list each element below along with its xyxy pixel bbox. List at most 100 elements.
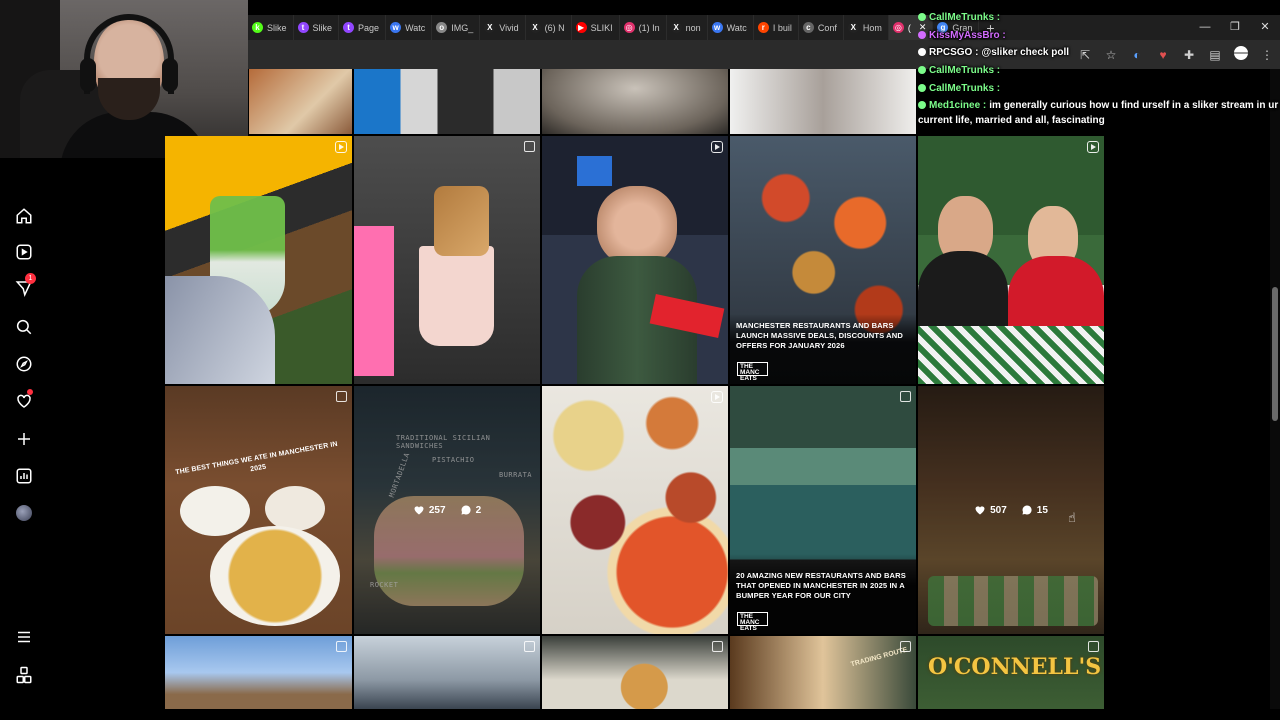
search-icon[interactable] — [14, 317, 34, 337]
tab-title: Slike — [312, 22, 333, 33]
tab-title: Page — [358, 22, 380, 33]
instagram-icon: ◎ — [623, 22, 635, 33]
browser-tab[interactable]: w Watc — [708, 15, 754, 40]
grid-post[interactable] — [249, 69, 352, 134]
also-from-meta-icon[interactable] — [14, 665, 34, 685]
twitch-icon: t — [343, 22, 355, 33]
browser-tab[interactable]: ▶ SLIKI — [572, 15, 620, 40]
close-window-button[interactable]: ✕ — [1250, 15, 1280, 40]
grid-post[interactable]: The best things we ate in Manchester in … — [165, 386, 352, 634]
maximize-button[interactable]: ❐ — [1220, 15, 1250, 40]
reel-icon — [711, 141, 723, 153]
page-scrollbar[interactable] — [1270, 69, 1280, 709]
tab-title: Gran — [952, 22, 973, 33]
grid-post[interactable] — [730, 69, 916, 134]
browser-tab-strip: k Slike t Slike t Page w Watc o IMG_ X Vivid X (6) N ▶… — [248, 15, 1280, 40]
post-caption: Manchester restaurants and bars launch m… — [736, 321, 903, 350]
close-tab-icon[interactable]: ✕ — [919, 22, 927, 33]
browser-tab[interactable]: X Vivid — [480, 15, 526, 40]
grid-post[interactable] — [165, 136, 352, 384]
extension-icon[interactable]: ♥ — [1156, 48, 1170, 62]
puzzle-icon[interactable]: ✚ — [1182, 48, 1196, 62]
messages-icon[interactable]: 1 — [14, 273, 36, 298]
bookmark-star-icon[interactable]: ☆ — [1104, 48, 1118, 62]
carousel-icon — [712, 641, 723, 652]
tab-title: non — [685, 22, 701, 33]
share-icon[interactable]: ⇱ — [1078, 48, 1092, 62]
browser-tab[interactable]: X Hom — [844, 15, 889, 40]
grid-post[interactable] — [542, 386, 728, 634]
the-manc-eats-logo: THE MANC EATS — [737, 612, 768, 631]
profile-posts-grid: Manchester restaurants and bars launch m… — [165, 69, 1104, 709]
dashboard-chart-icon[interactable] — [14, 466, 34, 486]
globe-icon: w — [390, 22, 402, 33]
grid-post[interactable] — [918, 136, 1104, 384]
carousel-icon — [1088, 641, 1099, 652]
browser-tab[interactable]: ◎ (1) In — [620, 15, 667, 40]
minimize-button[interactable]: — — [1190, 15, 1220, 40]
more-menu-icon[interactable] — [14, 627, 34, 647]
browser-tab[interactable]: k Slike — [248, 15, 294, 40]
hover-stats-overlay: 257 2 — [354, 386, 540, 634]
browser-tab[interactable]: t Slike — [294, 15, 340, 40]
reel-icon — [711, 391, 723, 403]
scrollbar-thumb[interactable] — [1272, 287, 1278, 421]
menu-kebab-icon[interactable]: ⋮ — [1260, 48, 1274, 62]
globe-icon: o — [436, 22, 448, 33]
grid-post[interactable] — [542, 69, 728, 134]
browser-tab[interactable]: c Conf — [799, 15, 844, 40]
sidebar-icon[interactable]: ▤ — [1208, 48, 1222, 62]
tab-title: IMG_ — [451, 22, 474, 33]
browser-tab[interactable]: o IMG_ — [432, 15, 481, 40]
profile-avatar[interactable] — [1234, 46, 1248, 63]
carousel-icon — [900, 391, 911, 402]
carousel-icon — [336, 391, 347, 402]
browser-tab[interactable]: X (6) N — [526, 15, 572, 40]
browser-tab[interactable]: w Watc — [386, 15, 433, 40]
new-tab-button[interactable]: + — [979, 20, 1001, 36]
grid-post[interactable]: TRADITIONAL SICILIAN SANDWICHES MORTADEL… — [354, 386, 540, 634]
messages-badge: 1 — [25, 273, 36, 284]
grid-post[interactable]: O'CONNELL'S — [918, 636, 1104, 709]
tab-title: Conf — [817, 22, 837, 33]
extension-icon[interactable]: ◐ — [1130, 48, 1144, 62]
tab-title: (1) In — [638, 22, 660, 33]
comments-count: 15 — [1021, 504, 1048, 516]
comment-bubble-icon — [461, 505, 471, 515]
browser-tab[interactable]: t Page — [339, 15, 387, 40]
carousel-icon — [524, 641, 535, 652]
grid-post[interactable] — [165, 636, 352, 709]
create-plus-icon[interactable] — [14, 429, 34, 449]
post-sign-text: O'CONNELL'S — [928, 654, 1102, 680]
heart-icon — [414, 506, 424, 515]
tab-title: I buil — [772, 22, 792, 33]
browser-tab[interactable]: ◎(✕ — [888, 15, 934, 40]
screen: k Slike t Slike t Page w Watc o IMG_ X Vivid X (6) N ▶… — [0, 0, 1280, 720]
likes-count: 507 — [974, 504, 1007, 516]
grid-post[interactable] — [354, 69, 540, 134]
grid-post[interactable]: 20 amazing new restaurants and bars that… — [730, 386, 916, 634]
globe-icon: w — [711, 22, 723, 33]
grid-post[interactable] — [354, 136, 540, 384]
reels-icon[interactable] — [14, 242, 34, 262]
browser-tab[interactable]: Xnon — [667, 15, 708, 40]
grid-post[interactable] — [354, 636, 540, 709]
home-icon[interactable] — [14, 206, 34, 226]
browser-tab[interactable]: g Gran — [933, 15, 980, 40]
grid-post[interactable]: 507 15 — [918, 386, 1104, 634]
tab-title: ( — [907, 22, 911, 33]
browser-tab[interactable]: rI buil — [754, 15, 799, 40]
grid-post[interactable]: Manchester restaurants and bars launch m… — [730, 136, 916, 384]
twitch-icon: t — [297, 22, 309, 33]
profile-avatar[interactable] — [14, 503, 34, 523]
likes-count: 257 — [413, 504, 446, 516]
notifications-heart-icon[interactable] — [14, 389, 34, 411]
comments-count: 2 — [460, 504, 481, 516]
grid-post[interactable]: TRADING ROUTE — [730, 636, 916, 709]
grid-post[interactable] — [542, 136, 728, 384]
tab-title: Watc — [405, 22, 426, 33]
instagram-sidebar: 1 — [0, 158, 48, 720]
explore-compass-icon[interactable] — [14, 354, 34, 374]
browser-toolbar: ⇱ ☆ ◐ ♥ ✚ ▤ ⋮ — [248, 40, 1280, 69]
grid-post[interactable] — [542, 636, 728, 709]
